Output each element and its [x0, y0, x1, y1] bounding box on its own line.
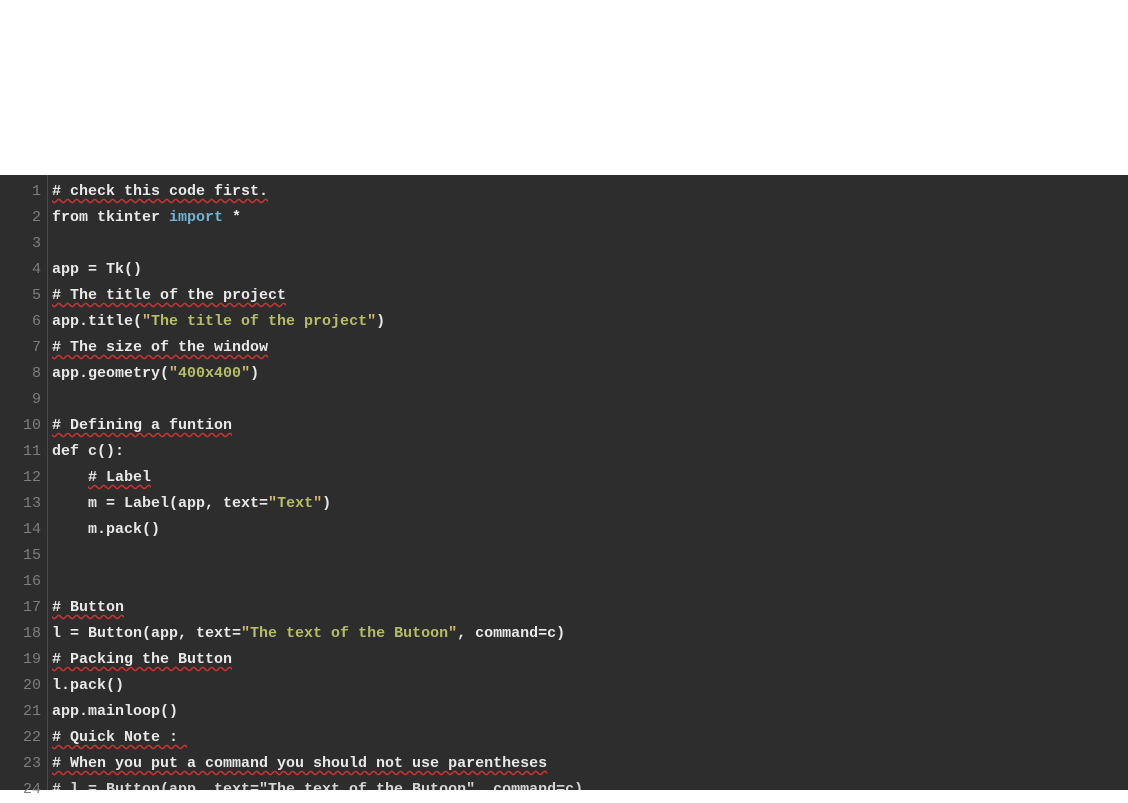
line-number: 17 [0, 595, 47, 621]
code-line[interactable] [52, 231, 1128, 257]
code-line[interactable]: app = Tk() [52, 257, 1128, 283]
line-number: 13 [0, 491, 47, 517]
code-line[interactable] [52, 543, 1128, 569]
line-number: 10 [0, 413, 47, 439]
code-line[interactable] [52, 569, 1128, 595]
line-number: 23 [0, 751, 47, 777]
code-line[interactable]: # Quick Note : [52, 725, 1128, 751]
line-number: 12 [0, 465, 47, 491]
line-number: 22 [0, 725, 47, 751]
line-number: 8 [0, 361, 47, 387]
code-line[interactable] [52, 387, 1128, 413]
line-number: 7 [0, 335, 47, 361]
code-line[interactable]: m = Label(app, text="Text") [52, 491, 1128, 517]
line-number: 5 [0, 283, 47, 309]
line-number: 18 [0, 621, 47, 647]
code-line[interactable]: app.title("The title of the project") [52, 309, 1128, 335]
line-number: 6 [0, 309, 47, 335]
code-line[interactable]: l = Button(app, text="The text of the Bu… [52, 621, 1128, 647]
code-line[interactable]: # The title of the project [52, 283, 1128, 309]
line-number: 9 [0, 387, 47, 413]
code-line[interactable]: # When you put a command you should not … [52, 751, 1128, 777]
line-number: 1 [0, 179, 47, 205]
line-number-gutter: 123456789101112131415161718192021222324 [0, 175, 48, 790]
code-line[interactable]: # The size of the window [52, 335, 1128, 361]
code-line[interactable]: app.geometry("400x400") [52, 361, 1128, 387]
code-line[interactable]: # check this code first. [52, 179, 1128, 205]
code-line[interactable]: # Label [52, 465, 1128, 491]
code-line[interactable]: from tkinter import * [52, 205, 1128, 231]
line-number: 2 [0, 205, 47, 231]
line-number: 14 [0, 517, 47, 543]
line-number: 16 [0, 569, 47, 595]
code-line[interactable]: def c(): [52, 439, 1128, 465]
line-number: 4 [0, 257, 47, 283]
line-number: 15 [0, 543, 47, 569]
code-area[interactable]: # check this code first.from tkinter imp… [48, 175, 1128, 790]
line-number: 21 [0, 699, 47, 725]
code-line[interactable]: # Button [52, 595, 1128, 621]
code-line[interactable]: m.pack() [52, 517, 1128, 543]
code-line[interactable]: app.mainloop() [52, 699, 1128, 725]
line-number: 11 [0, 439, 47, 465]
line-number: 24 [0, 777, 47, 803]
line-number: 20 [0, 673, 47, 699]
line-number: 3 [0, 231, 47, 257]
code-line[interactable]: # Defining a funtion [52, 413, 1128, 439]
code-line[interactable]: # Packing the Button [52, 647, 1128, 673]
code-editor[interactable]: 123456789101112131415161718192021222324 … [0, 175, 1128, 790]
code-line[interactable]: # l = Button(app, text="The text of the … [52, 777, 1128, 790]
line-number: 19 [0, 647, 47, 673]
code-line[interactable]: l.pack() [52, 673, 1128, 699]
